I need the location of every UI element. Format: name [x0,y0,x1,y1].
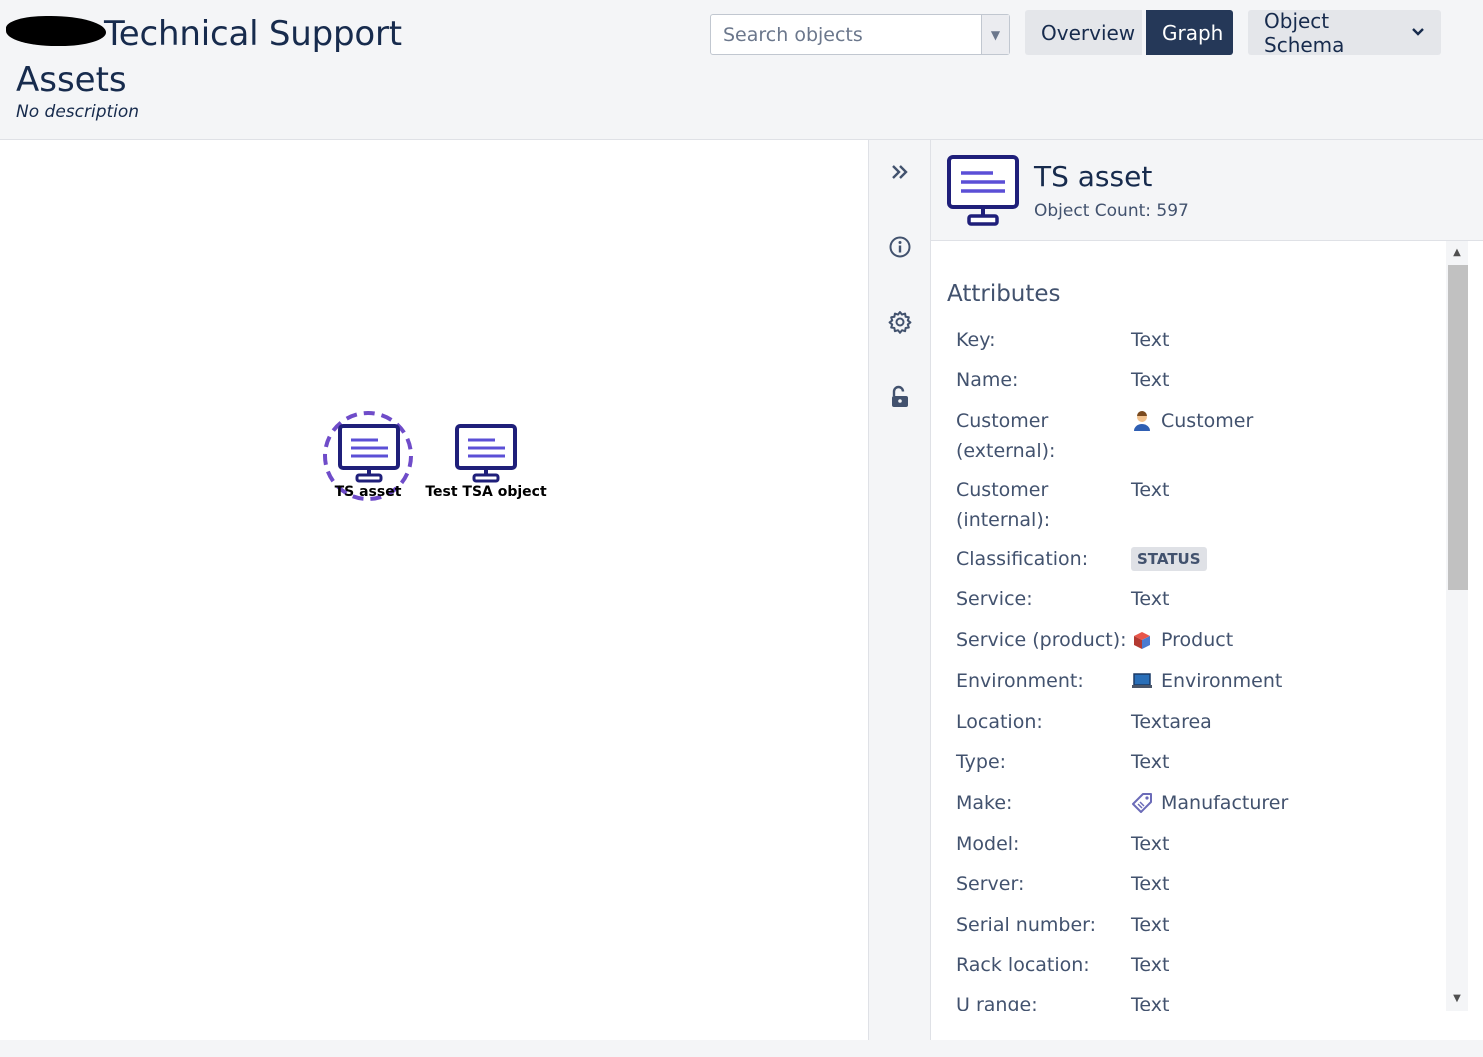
search-box: ▼ [710,14,1010,55]
attribute-type: Text [1131,751,1170,773]
schema-description: No description [16,102,140,122]
object-type-title: TS asset [1034,160,1153,193]
attribute-row: U range: Text [956,990,1436,1011]
footer-strip [0,1040,1483,1057]
attributes-heading: Attributes [947,281,1061,307]
attribute-type: Text [1131,914,1170,936]
attribute-row: Name: Text [956,365,1436,395]
double-chevron-right-icon [892,165,908,179]
search-input[interactable] [711,15,981,54]
search-dropdown-button[interactable]: ▼ [981,15,1009,54]
attribute-name: Customer (internal): [956,479,1051,531]
attribute-type-label: Manufacturer [1161,792,1289,814]
scrollbar-thumb[interactable] [1448,265,1468,590]
panel-header: TS asset Object Count: 597 [931,140,1483,241]
product-icon [1131,629,1153,651]
monitor-icon [338,424,400,483]
attribute-name: Location: [956,711,1043,733]
attribute-type: Product [1131,625,1233,655]
chevron-down-icon [1411,25,1425,41]
graph-node-test-tsa-object[interactable]: Test TSA object [425,410,547,502]
attribute-row: Classification: STATUS [956,544,1436,574]
attribute-name: Server: [956,873,1025,895]
node-label: TS asset [334,484,402,500]
attribute-row: Customer (external): Customer [956,406,1436,466]
attribute-name: Customer (external): [956,410,1056,462]
attribute-type: Environment [1131,666,1282,696]
status-lozenge: STATUS [1131,547,1207,571]
monitor-icon [455,424,517,483]
attribute-type-label: Environment [1161,670,1283,692]
attribute-row: Service: Text [956,584,1436,614]
attribute-name: Name: [956,369,1019,391]
attribute-type: Text [1131,369,1170,391]
unlock-icon [892,385,908,407]
attribute-type: Text [1131,994,1170,1011]
settings-button[interactable] [885,307,915,337]
attribute-row: Environment: Environment [956,666,1436,696]
object-schema-dropdown[interactable]: Object Schema [1248,8,1441,57]
attribute-name: Service: [956,588,1033,610]
attribute-name: Make: [956,792,1013,814]
gear-icon [888,311,912,334]
attribute-name: Type: [956,751,1007,773]
permissions-button[interactable] [885,382,915,412]
graph-button[interactable]: Graph [1146,10,1233,55]
attribute-row: Location: Textarea [956,707,1436,737]
attribute-row: Serial number: Text [956,910,1436,940]
attribute-name: Serial number: [956,914,1097,936]
attribute-type: STATUS [1131,544,1207,574]
attribute-row: Server: Text [956,869,1436,899]
customer-icon [1131,410,1153,432]
attribute-name: Environment: [956,670,1084,692]
tag-icon [1131,792,1153,814]
attribute-type: Text [1131,329,1170,351]
attribute-type: Text [1131,588,1170,610]
attribute-type: Text [1131,954,1170,976]
attribute-type-label: Customer [1161,410,1254,432]
attribute-name: Service (product): [956,629,1127,651]
panel-icon-rail [869,140,931,1040]
redacted-text [6,16,106,46]
attribute-type: Text [1131,873,1170,895]
attribute-row: Make: Manufacturer [956,788,1436,818]
attribute-name: U range: [956,994,1038,1011]
attribute-row: Type: Text [956,747,1436,777]
attributes-list: Attributes Key: Text Name: Text Customer… [931,241,1446,1011]
attribute-name: Model: [956,833,1020,855]
attribute-name: Classification: [956,548,1089,570]
object-type-panel: TS asset Object Count: 597 Attributes Ke… [931,140,1483,1040]
page-header: Technical Support Assets No description … [0,0,1483,140]
attribute-type: Text [1131,833,1170,855]
attribute-row: Key: Text [956,325,1436,355]
environment-icon [1131,670,1153,692]
node-label: Test TSA object [425,484,547,500]
info-button[interactable] [885,232,915,262]
object-schema-label: Object Schema [1264,8,1345,57]
attribute-name: Rack location: [956,954,1090,976]
schema-name: Technical Support [104,14,402,54]
attribute-row: Service (product): Product [956,625,1436,655]
attribute-type: Customer [1131,406,1253,466]
scroll-down-arrow-icon[interactable]: ▼ [1450,992,1464,1006]
attribute-row: Model: Text [956,829,1436,859]
attribute-type-label: Product [1161,629,1234,651]
info-icon [889,236,911,258]
panel-scrollbar[interactable]: ▲ ▼ [1446,241,1468,1011]
scroll-up-arrow-icon[interactable]: ▲ [1450,246,1464,260]
attribute-row: Rack location: Text [956,950,1436,980]
page-subtitle: Assets [16,60,127,100]
caret-down-icon: ▼ [990,27,1001,42]
graph-canvas[interactable]: TS asset Test TSA object [0,140,869,1040]
attribute-type: Manufacturer [1131,788,1288,818]
attribute-type: Textarea [1131,711,1212,733]
collapse-panel-button[interactable] [885,157,915,187]
monitor-icon [947,155,1019,226]
object-count: Object Count: 597 [1034,201,1189,221]
attribute-row: Customer (internal): Text [956,475,1436,535]
graph-node-ts-asset[interactable]: TS asset [322,410,414,502]
overview-button[interactable]: Overview [1025,10,1142,55]
attribute-name: Key: [956,329,996,351]
attribute-type: Text [1131,479,1170,501]
